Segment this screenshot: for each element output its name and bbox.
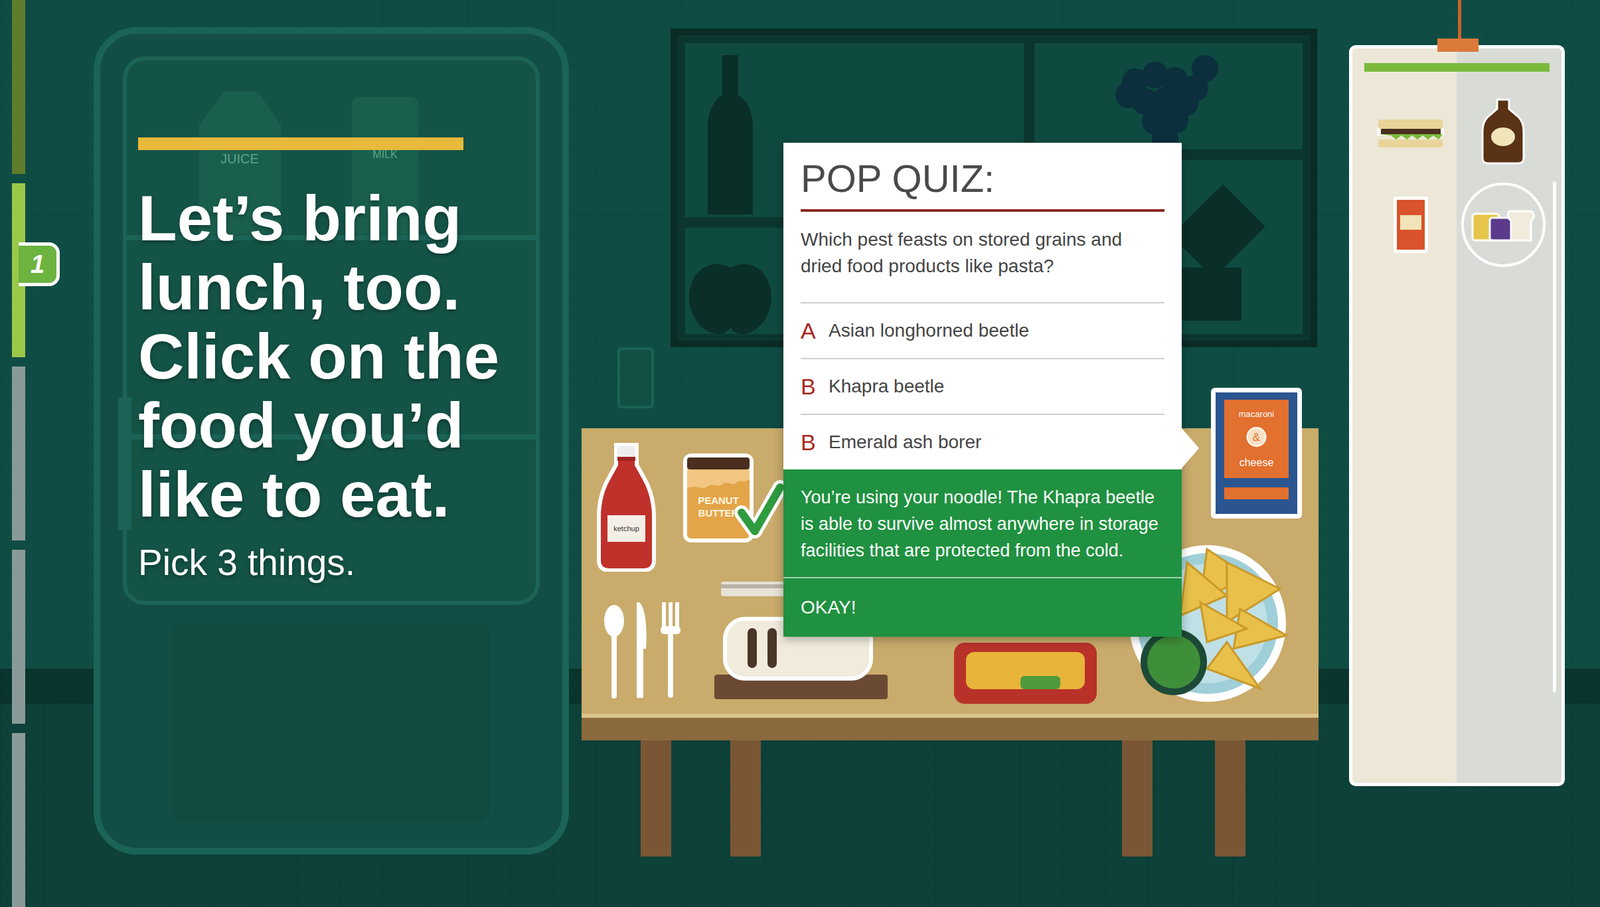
svg-text:JUICE: JUICE [220, 151, 259, 166]
svg-text:BUTTER: BUTTER [698, 507, 739, 519]
peanut-butter-icon: PEANUTBUTTER [681, 452, 755, 544]
lunchbox-item[interactable] [1457, 179, 1551, 270]
progress-bar: 1 [11, 0, 26, 907]
svg-text:&: & [1252, 430, 1261, 444]
peanut-butter[interactable]: PEANUTBUTTER [681, 452, 755, 544]
quiz-question: Which pest feasts on stored grains and d… [800, 211, 1165, 303]
table-leg [1121, 740, 1153, 857]
quiz-divider [800, 209, 1165, 212]
accent-bar [138, 137, 464, 151]
quiz-title: POP QUIZ: [800, 157, 1165, 200]
lunchbox-scrollbar[interactable] [1552, 181, 1557, 693]
quiz-feedback: You’re using your noodle! The Khapra bee… [783, 469, 1182, 577]
lunchbox-progress [1364, 63, 1550, 72]
mac-and-cheese[interactable]: macaroni & cheese [1210, 387, 1302, 519]
table-leg [1214, 740, 1246, 857]
lunchbox-item[interactable] [1457, 86, 1551, 177]
progress-step [11, 366, 26, 541]
svg-text:ketchup: ketchup [613, 524, 640, 533]
svg-text:MILK: MILK [372, 148, 398, 160]
checkmark-icon [734, 479, 786, 542]
tray-icon [954, 642, 1097, 704]
table-leg [730, 740, 761, 857]
ketchup-icon: ketchup [594, 440, 658, 572]
svg-text:cheese: cheese [1239, 456, 1275, 469]
snack-package-icon [1393, 196, 1429, 253]
instruction-subheading: Pick 3 things. [138, 540, 643, 585]
progress-step [11, 732, 26, 907]
popup-pointer [1181, 428, 1200, 469]
instruction-heading: Let’s bringlunch, too.Click on thefood y… [138, 183, 643, 530]
progress-step [11, 0, 26, 174]
quiz-option[interactable]: B Emerald ash borer [800, 413, 1165, 470]
okay-button[interactable]: OKAY! [783, 576, 1182, 637]
quiz-popup: POP QUIZ: Which pest feasts on stored gr… [783, 142, 1182, 637]
cutlery-icon [602, 602, 686, 700]
ketchup[interactable]: ketchup [594, 440, 658, 572]
cutlery[interactable] [602, 602, 686, 700]
mac-and-cheese-icon: macaroni & cheese [1210, 387, 1302, 519]
quiz-option[interactable]: B Khapra beetle [800, 357, 1165, 414]
step-badge: 1 [18, 242, 60, 287]
lunchbox-item[interactable] [1364, 86, 1458, 177]
lunchbox-panel [1349, 45, 1565, 787]
hanger-string [1457, 0, 1462, 42]
instruction: Let’s bringlunch, too.Click on thefood y… [138, 137, 643, 585]
table-leg [640, 740, 672, 857]
sandwich-icon [1375, 114, 1446, 150]
lunchbox-item[interactable] [1364, 179, 1458, 270]
syrup-bottle-icon [1479, 98, 1527, 165]
progress-step [11, 549, 26, 724]
svg-text:PEANUT: PEANUT [697, 494, 739, 506]
tray[interactable] [954, 642, 1097, 704]
game-scene: 1 JUICE MILK Let’s bringlunch, too.Click … [0, 0, 1600, 907]
bread-and-cheese-icon [1469, 204, 1537, 245]
svg-text:macaroni: macaroni [1238, 408, 1275, 419]
hanger-clip [1437, 38, 1479, 52]
progress-step: 1 [11, 183, 26, 358]
wall-outlet [617, 347, 654, 409]
quiz-option[interactable]: A Asian longhorned beetle [800, 302, 1165, 358]
